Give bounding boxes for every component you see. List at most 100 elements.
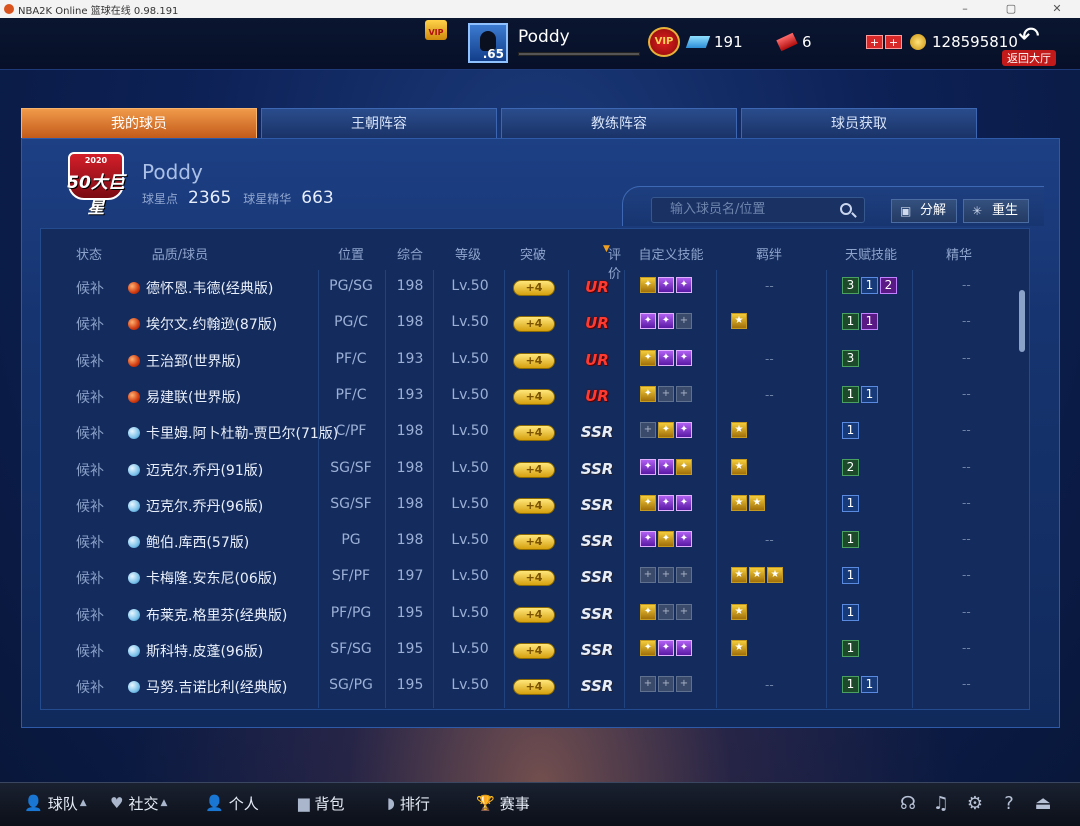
vip-crown-icon[interactable]: VIP xyxy=(425,20,447,40)
header-breakthrough[interactable]: 突破 xyxy=(518,244,548,263)
search-icon[interactable] xyxy=(840,203,852,215)
skill-icon[interactable]: ✦ xyxy=(676,640,692,656)
skill-icon[interactable]: ✦ xyxy=(658,349,674,366)
bond-icon[interactable]: ★ xyxy=(749,494,765,511)
header-custom-skills[interactable]: 自定义技能 xyxy=(636,244,706,263)
skill-icon[interactable]: ✦ xyxy=(676,349,692,366)
table-row[interactable]: 候补 埃尔文.约翰逊(87版) PG/C 198 Lv.50 +4 UR ✦ ✦ + ★ 1 1 -- xyxy=(40,305,1016,341)
table-row[interactable]: 候补 易建联(世界版) PF/C 193 Lv.50 +4 UR ✦ + + -- 1 1 -- xyxy=(40,378,1016,414)
vip-badge[interactable]: VIP xyxy=(648,27,680,57)
empty-skill-slot-icon[interactable]: + xyxy=(658,676,674,693)
table-row[interactable]: 候补 斯科特.皮蓬(96版) SF/SG 195 Lv.50 +4 SSR ✦ ✦ ✦ ★ 1 -- xyxy=(40,632,1016,668)
empty-skill-slot-icon[interactable]: + xyxy=(658,567,674,584)
header-level[interactable]: 等级 xyxy=(453,244,483,263)
empty-skill-slot-icon[interactable]: + xyxy=(640,422,656,439)
skill-icon[interactable]: ✦ xyxy=(676,422,692,439)
empty-skill-slot-icon[interactable]: + xyxy=(676,313,692,330)
status-cell: 候补 xyxy=(76,607,104,624)
gear-icon[interactable]: ⚙ xyxy=(964,793,986,814)
empty-skill-slot-icon[interactable]: + xyxy=(640,567,656,584)
bond-icon[interactable]: ★ xyxy=(731,640,747,656)
bond-icon[interactable]: ★ xyxy=(731,567,747,584)
skill-icon[interactable]: ✦ xyxy=(640,313,656,330)
empty-skill-slot-icon[interactable]: + xyxy=(676,603,692,620)
header-position[interactable]: 位置 xyxy=(336,244,366,263)
search-input[interactable]: 输入球员名/位置 xyxy=(651,197,865,223)
empty-skill-slot-icon[interactable]: + xyxy=(676,676,692,693)
table-row[interactable]: 候补 卡里姆.阿卜杜勒-贾巴尔(71版) C/PF 198 Lv.50 +4 SSR + ✦ ✦ ★… xyxy=(40,414,1016,450)
table-row[interactable]: 候补 迈克尔.乔丹(91版) SG/SF 198 Lv.50 +4 SSR ✦ ✦ ✦ ★ 2 -- xyxy=(40,451,1016,487)
add-button[interactable]: + xyxy=(885,35,902,49)
skill-icon[interactable]: ✦ xyxy=(658,422,674,439)
skill-icon[interactable]: ✦ xyxy=(658,531,674,548)
table-row[interactable]: 候补 迈克尔.乔丹(96版) SG/SF 198 Lv.50 +4 SSR ✦ ✦ ✦ ★ ★ 1 -- xyxy=(40,487,1016,523)
bond-icon[interactable]: ★ xyxy=(749,567,765,584)
talent-badge: 1 xyxy=(842,313,859,331)
maximize-icon[interactable]: ▢ xyxy=(988,0,1034,18)
bond-icon[interactable]: ★ xyxy=(731,313,747,330)
tab-player-acquire[interactable]: 球员获取 xyxy=(741,108,977,138)
empty-skill-slot-icon[interactable]: + xyxy=(676,567,692,584)
header-bonds[interactable]: 羁绊 xyxy=(754,244,784,263)
nav-social[interactable]: ♥ 社交 ▲ xyxy=(110,793,167,813)
bond-icon[interactable]: ★ xyxy=(731,422,747,439)
empty-skill-slot-icon[interactable]: + xyxy=(658,603,674,620)
nav-ranking[interactable]: ◗ 排行 xyxy=(387,793,430,813)
header-status[interactable]: 状态 xyxy=(74,244,104,263)
skill-icon[interactable]: ✦ xyxy=(640,531,656,548)
skill-icon[interactable]: ✦ xyxy=(676,494,692,511)
skill-icon[interactable]: ✦ xyxy=(658,458,674,475)
empty-skill-slot-icon[interactable]: + xyxy=(640,676,656,693)
tab-dynasty-lineup[interactable]: 王朝阵容 xyxy=(261,108,497,138)
skill-icon[interactable]: ✦ xyxy=(640,349,656,366)
skill-icon[interactable]: ✦ xyxy=(640,385,656,402)
music-icon[interactable]: ♫ xyxy=(930,793,952,814)
skill-icon[interactable]: ✦ xyxy=(640,494,656,511)
table-row[interactable]: 候补 鲍伯.库西(57版) PG 198 Lv.50 +4 SSR ✦ ✦ ✦ -- 1 -- xyxy=(40,523,1016,559)
table-row[interactable]: 候补 马努.吉诺比利(经典版) SG/PG 195 Lv.50 +4 SSR + + + -- 1 1-… xyxy=(40,668,1016,704)
skill-icon[interactable]: ✦ xyxy=(640,458,656,475)
bond-icon[interactable]: ★ xyxy=(731,458,747,475)
skill-icon[interactable]: ✦ xyxy=(658,277,674,293)
header-talent[interactable]: 天赋技能 xyxy=(843,244,899,263)
skill-icon[interactable]: ✦ xyxy=(658,640,674,656)
close-icon[interactable]: ✕ xyxy=(1034,0,1080,18)
rebirth-button[interactable]: ✳ 重生 xyxy=(963,199,1029,223)
decompose-button[interactable]: ▣ 分解 xyxy=(891,199,957,223)
star-points-label: 球星点 xyxy=(142,192,179,206)
skill-icon[interactable]: ✦ xyxy=(640,640,656,656)
table-scrollbar[interactable] xyxy=(1019,290,1025,352)
empty-skill-slot-icon[interactable]: + xyxy=(658,385,674,402)
skill-icon[interactable]: ✦ xyxy=(676,277,692,293)
table-row[interactable]: 候补 德怀恩.韦德(经典版) PG/SG 198 Lv.50 +4 UR ✦ ✦ ✦ -- 3 1 2 -- xyxy=(40,269,1016,305)
table-row[interactable]: 候补 卡梅隆.安东尼(06版) SF/PF 197 Lv.50 +4 SSR + + + ★ ★ ★ 1-… xyxy=(40,559,1016,595)
exit-icon[interactable]: ⏏ xyxy=(1032,793,1054,814)
table-row[interactable]: 候补 布莱克.格里芬(经典版) PF/PG 195 Lv.50 +4 SSR ✦ + + ★ 1 -- xyxy=(40,596,1016,632)
skill-icon[interactable]: ✦ xyxy=(676,531,692,548)
help-icon[interactable]: ? xyxy=(998,793,1020,814)
header-player[interactable]: 品质/球员 xyxy=(145,244,215,263)
headset-icon[interactable]: ☊ xyxy=(897,793,919,814)
skill-icon[interactable]: ✦ xyxy=(658,494,674,511)
skill-icon[interactable]: ✦ xyxy=(676,458,692,475)
bond-icon[interactable]: ★ xyxy=(731,494,747,511)
tab-my-players[interactable]: 我的球员 xyxy=(21,108,257,138)
bond-icon[interactable]: ★ xyxy=(731,603,747,620)
add-button[interactable]: + xyxy=(866,35,883,49)
empty-skill-slot-icon[interactable]: + xyxy=(676,385,692,402)
nav-personal[interactable]: 👤 个人 xyxy=(205,793,259,813)
header-essence[interactable]: 精华 xyxy=(944,244,974,263)
nav-team[interactable]: 👤 球队 ▲ xyxy=(24,793,87,813)
tab-coach-lineup[interactable]: 教练阵容 xyxy=(501,108,737,138)
skill-icon[interactable]: ✦ xyxy=(658,313,674,330)
minimize-icon[interactable]: – xyxy=(942,0,988,18)
bond-icon[interactable]: ★ xyxy=(767,567,783,584)
table-row[interactable]: 候补 王治郅(世界版) PF/C 193 Lv.50 +4 UR ✦ ✦ ✦ -- 3 -- xyxy=(40,342,1016,378)
nav-events[interactable]: 🏆 赛事 xyxy=(476,793,530,813)
skill-icon[interactable]: ✦ xyxy=(640,603,656,620)
skill-icon[interactable]: ✦ xyxy=(640,277,656,293)
avatar[interactable]: .65 xyxy=(468,23,508,63)
back-to-lobby-button[interactable]: ↶ 返回大厅 xyxy=(1002,24,1056,66)
header-overall[interactable]: 综合 xyxy=(395,244,425,263)
nav-backpack[interactable]: ▆ 背包 xyxy=(298,793,345,813)
